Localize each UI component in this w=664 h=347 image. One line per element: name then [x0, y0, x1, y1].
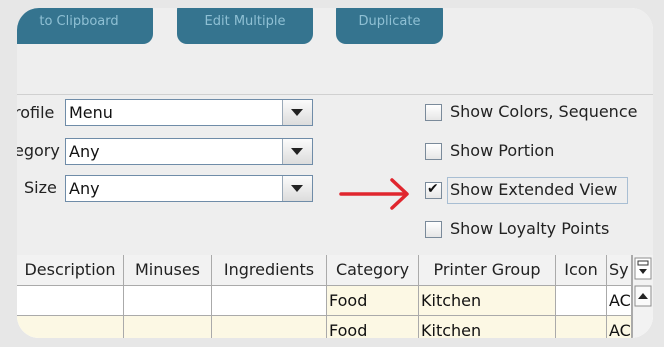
category-dropdown-button[interactable]	[282, 139, 312, 164]
scrollbar-graphic	[634, 257, 652, 307]
check-mark-icon: ✔	[427, 181, 439, 197]
table-cell[interactable]: Food	[327, 316, 419, 338]
chevron-down-icon	[291, 148, 303, 155]
show-portion-label[interactable]: Show Portion	[450, 141, 554, 161]
column-header-minuses[interactable]: Minuses	[124, 255, 212, 286]
table-cell[interactable]: Kitchen	[419, 316, 556, 338]
category-label: egory	[17, 141, 60, 160]
table-cell[interactable]	[17, 316, 124, 338]
column-header-icon[interactable]: Icon	[556, 255, 607, 286]
table-cell[interactable]	[556, 316, 607, 338]
table-cell[interactable]: AC	[607, 316, 632, 338]
size-dropdown-button[interactable]	[282, 176, 312, 201]
app-window: to Clipboard Edit Multiple Duplicate rof…	[17, 8, 653, 338]
show-extended-view-label[interactable]: Show Extended View	[450, 180, 617, 200]
table-scrollbar[interactable]	[632, 255, 653, 338]
table-cell[interactable]	[124, 316, 212, 338]
profile-label: rofile	[17, 103, 55, 122]
table-cell[interactable]	[124, 286, 212, 316]
table-cell[interactable]: AC	[607, 286, 632, 316]
edit-multiple-button[interactable]: Edit Multiple	[177, 8, 313, 44]
column-header-sy[interactable]: Sy	[607, 255, 632, 286]
category-select[interactable]: Any	[65, 138, 313, 165]
profile-select-value: Menu	[69, 103, 113, 122]
column-header-printer-group[interactable]: Printer Group	[419, 255, 556, 286]
toolbar-divider	[17, 94, 653, 95]
show-extended-view-checkbox[interactable]: ✔	[425, 181, 442, 199]
show-colors-sequence-label[interactable]: Show Colors, Sequence	[450, 102, 637, 122]
show-loyalty-points-checkbox[interactable]	[425, 221, 442, 238]
table-cell[interactable]	[212, 286, 327, 316]
screenshot-frame: to Clipboard Edit Multiple Duplicate rof…	[17, 8, 653, 338]
items-table: Description Minuses Ingredients Category…	[17, 255, 653, 338]
show-portion-checkbox[interactable]	[425, 143, 442, 160]
category-select-value: Any	[69, 142, 100, 161]
table-cell[interactable]	[17, 286, 124, 316]
profile-dropdown-button[interactable]	[282, 100, 312, 125]
table-cell[interactable]: Kitchen	[419, 286, 556, 316]
size-select-value: Any	[69, 179, 100, 198]
copy-to-clipboard-button[interactable]: to Clipboard	[17, 8, 153, 44]
table-cell[interactable]	[212, 316, 327, 338]
table-cell[interactable]: Food	[327, 286, 419, 316]
red-arrow-annotation	[339, 178, 409, 210]
column-header-description[interactable]: Description	[17, 255, 124, 286]
show-loyalty-points-label[interactable]: Show Loyalty Points	[450, 219, 609, 239]
show-colors-sequence-checkbox[interactable]	[425, 104, 442, 121]
size-label: Size	[24, 178, 57, 197]
chevron-down-icon	[291, 185, 303, 192]
table-cell[interactable]	[556, 286, 607, 316]
size-select[interactable]: Any	[65, 175, 313, 202]
chevron-down-icon	[291, 109, 303, 116]
profile-select[interactable]: Menu	[65, 99, 313, 126]
duplicate-button[interactable]: Duplicate	[336, 8, 443, 44]
column-header-ingredients[interactable]: Ingredients	[212, 255, 327, 286]
column-header-category[interactable]: Category	[327, 255, 419, 286]
